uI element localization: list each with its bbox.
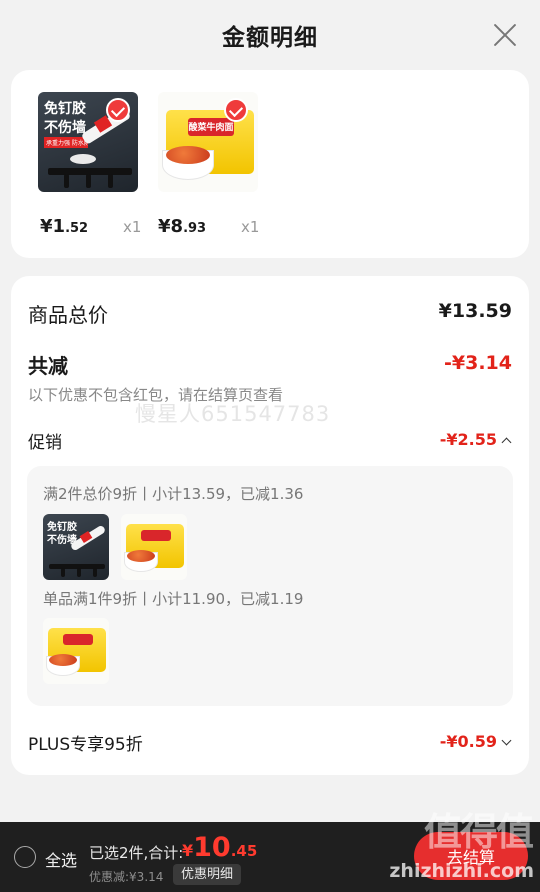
product-price: ¥1.52 [40, 216, 89, 237]
plus-label: PLUS专享95折 [28, 735, 143, 755]
products-card: 免钉胶 不伤墙 承重力强 防水防潮 酸菜牛肉面 ¥1.52 x1 ¥8.93 x… [11, 70, 529, 258]
promo-product-image [121, 514, 187, 580]
header: 金额明细 [0, 0, 540, 70]
discount-info: 优惠减:¥3.14 [89, 870, 164, 884]
selected-check-icon[interactable] [224, 98, 248, 122]
promo-product-image: 免钉胶 不伤墙 [43, 514, 109, 580]
reduction-label: 共减 [28, 354, 68, 378]
product-qty: x1 [241, 218, 260, 236]
total-amount: ¥10.45 [182, 832, 258, 863]
watermark: 慢星人651547783 [135, 402, 331, 426]
product-qty: x1 [123, 218, 142, 236]
close-icon[interactable] [492, 22, 518, 48]
promo-toggle[interactable]: -¥2.55 [440, 430, 512, 449]
site-watermark-logo: 值得值 [423, 810, 534, 854]
bottom-bar: 全选 已选2件,合计: ¥10.45 优惠减:¥3.14 优惠明细 去结算 值得… [0, 810, 540, 892]
reduction-value: -¥3.14 [444, 352, 512, 374]
promo-detail-box: 满2件总价9折丨小计13.59，已减1.36 免钉胶 不伤墙 单品满1件9折丨小… [27, 466, 513, 706]
product-name: 酸菜牛肉面 [188, 123, 234, 133]
page-title: 金额明细 [222, 25, 318, 51]
goods-total-label: 商品总价 [28, 303, 108, 327]
summary-card: 商品总价 ¥13.59 共减 -¥3.14 以下优惠不包含红包，请在结算页查看 … [11, 276, 529, 775]
promo-product-image [43, 618, 109, 684]
chevron-down-icon [501, 735, 512, 745]
discount-detail-button[interactable]: 优惠明细 [173, 864, 242, 885]
plus-toggle[interactable]: -¥0.59 [440, 732, 512, 751]
promo-label: 促销 [28, 433, 62, 453]
product-price: ¥8.93 [158, 216, 207, 237]
goods-total-value: ¥13.59 [438, 300, 512, 322]
product-name-line1: 免钉胶 [44, 101, 86, 117]
selected-check-icon[interactable] [106, 98, 130, 122]
selected-info: 已选2件,合计: [89, 844, 184, 862]
promo-item-text: 满2件总价9折丨小计13.59，已减1.36 [43, 485, 304, 503]
promo-item-text: 单品满1件9折丨小计11.90，已减1.19 [43, 590, 304, 608]
select-all-radio[interactable] [14, 846, 36, 868]
product-name-line2: 不伤墙 [44, 120, 86, 136]
chevron-up-icon [501, 437, 512, 447]
product-subtitle: 承重力强 防水防潮 [44, 137, 88, 148]
site-watermark-url: zhizhizhi.com [389, 860, 534, 882]
select-all-label[interactable]: 全选 [45, 847, 77, 871]
